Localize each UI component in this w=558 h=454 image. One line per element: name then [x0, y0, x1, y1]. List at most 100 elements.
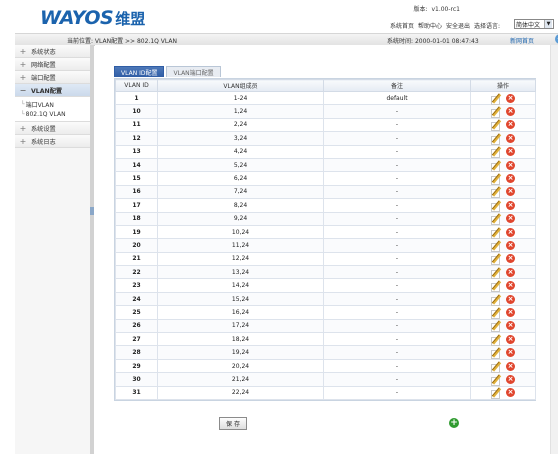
cell-members: 2,24: [157, 117, 324, 133]
sidebar-subitem-label: 802.1Q VLAN: [25, 110, 66, 118]
edit-icon[interactable]: [491, 146, 502, 159]
sidebar-subitem-8021q-vlan[interactable]: └ 802.1Q VLAN: [21, 109, 90, 119]
vertical-scrollbar[interactable]: [550, 45, 558, 454]
wayos-logo[interactable]: WAYOS 维盟: [40, 6, 145, 30]
cell-members: 13,24: [157, 265, 324, 280]
language-select[interactable]: 简体中文 ▼: [514, 19, 554, 29]
breadcrumb: 当前位置: VLAN配置 >> 802.1Q VLAN: [67, 38, 177, 45]
row-actions: ×: [471, 360, 535, 373]
home-link[interactable]: 新网首页: [510, 36, 534, 45]
tab-vlan-port-config[interactable]: VLAN端口配置: [166, 66, 221, 77]
cell-actions: ×: [470, 104, 536, 119]
edit-icon[interactable]: [491, 267, 502, 279]
row-actions: ×: [471, 347, 535, 360]
sidebar-item-vlan[interactable]: − VLAN配置: [15, 84, 90, 97]
edit-icon[interactable]: [491, 293, 502, 306]
cell-members: 1,24: [157, 104, 324, 119]
cell-note: -: [323, 305, 471, 320]
delete-icon[interactable]: ×: [506, 214, 515, 224]
cell-actions: ×: [470, 184, 536, 200]
expand-icon: +: [19, 59, 27, 69]
edit-icon[interactable]: [491, 347, 502, 360]
edit-icon[interactable]: [491, 119, 502, 132]
delete-icon[interactable]: ×: [506, 374, 515, 384]
column-header-note: 备注: [323, 79, 471, 92]
edit-icon[interactable]: [491, 226, 502, 239]
delete-icon[interactable]: ×: [506, 107, 515, 117]
cell-note: -: [323, 117, 471, 133]
delete-icon[interactable]: ×: [506, 120, 515, 130]
edit-icon[interactable]: [491, 173, 502, 186]
edit-icon[interactable]: [491, 320, 502, 333]
edit-icon[interactable]: [491, 159, 502, 172]
edit-icon[interactable]: [491, 280, 502, 293]
cell-vlan-id: 23: [115, 278, 158, 293]
delete-icon[interactable]: ×: [506, 361, 515, 371]
link-help[interactable]: 帮助中心: [418, 21, 442, 30]
version-info: 版本: v1.00-rc1: [412, 4, 460, 13]
edit-icon[interactable]: [491, 334, 502, 346]
delete-icon[interactable]: ×: [506, 93, 515, 103]
add-icon[interactable]: +: [449, 418, 459, 428]
delete-icon[interactable]: ×: [506, 348, 515, 358]
cell-note: -: [323, 251, 471, 267]
sidebar-splitter[interactable]: [90, 45, 94, 454]
cell-members: 19,24: [157, 345, 324, 360]
delete-icon[interactable]: ×: [506, 160, 515, 170]
row-actions: ×: [471, 267, 535, 279]
tab-vlan-id-config[interactable]: VLAN ID配置: [114, 66, 165, 77]
sidebar-item-ports[interactable]: + 端口配置: [15, 71, 90, 84]
edit-icon[interactable]: [491, 133, 502, 145]
sidebar-subitem-port-vlan[interactable]: └ 端口VLAN: [21, 99, 90, 109]
delete-icon[interactable]: ×: [506, 307, 515, 317]
cell-note: -: [323, 238, 471, 253]
link-logout[interactable]: 安全退出: [446, 21, 470, 30]
table-row: 30 21,24- ×: [115, 372, 536, 387]
sidebar-item-system-status[interactable]: + 系统状态: [15, 45, 90, 58]
row-actions: ×: [471, 119, 535, 132]
sidebar-item-system-settings[interactable]: + 系统设置: [15, 122, 90, 135]
delete-icon[interactable]: ×: [506, 174, 515, 184]
table-row: 17 8,24- ×: [115, 198, 536, 213]
cell-members: 4,24: [157, 144, 324, 159]
delete-icon[interactable]: ×: [506, 227, 515, 237]
delete-icon[interactable]: ×: [506, 200, 515, 210]
cell-actions: ×: [470, 385, 536, 400]
sidebar-item-system-log[interactable]: + 系统日志: [15, 135, 90, 148]
delete-icon[interactable]: ×: [506, 281, 515, 291]
edit-icon[interactable]: [491, 360, 502, 373]
edit-icon[interactable]: [491, 307, 502, 319]
edit-icon[interactable]: [491, 186, 502, 199]
cell-note: -: [323, 171, 471, 186]
delete-icon[interactable]: ×: [506, 187, 515, 197]
table-row: 27 18,24- ×: [115, 332, 536, 347]
sidebar-item-label: 网络配置: [31, 61, 56, 69]
edit-icon[interactable]: [491, 240, 502, 252]
collapse-handle[interactable]: [90, 207, 94, 215]
delete-icon[interactable]: ×: [506, 254, 515, 264]
link-home[interactable]: 系统首页: [390, 21, 414, 30]
edit-icon[interactable]: [491, 253, 502, 266]
delete-icon[interactable]: ×: [506, 240, 515, 250]
cell-vlan-id: 27: [115, 332, 158, 347]
delete-icon[interactable]: ×: [506, 267, 515, 277]
delete-icon[interactable]: ×: [506, 294, 515, 304]
edit-icon[interactable]: [491, 387, 502, 400]
edit-icon[interactable]: [491, 200, 502, 212]
edit-icon[interactable]: [491, 213, 502, 226]
edit-icon[interactable]: [491, 106, 502, 119]
cell-members: 3,24: [157, 131, 324, 146]
delete-icon[interactable]: ×: [506, 133, 515, 143]
delete-icon[interactable]: ×: [506, 388, 515, 398]
table-row: 29 20,24- ×: [115, 358, 536, 374]
row-actions: ×: [471, 200, 535, 212]
row-actions: ×: [471, 186, 535, 199]
cell-note: -: [323, 265, 471, 280]
sidebar-item-network[interactable]: + 网络配置: [15, 58, 90, 71]
save-button[interactable]: 保 存: [219, 417, 247, 430]
delete-icon[interactable]: ×: [506, 147, 515, 157]
edit-icon[interactable]: [491, 374, 502, 386]
edit-icon[interactable]: [491, 93, 502, 105]
delete-icon[interactable]: ×: [506, 321, 515, 331]
delete-icon[interactable]: ×: [506, 334, 515, 344]
